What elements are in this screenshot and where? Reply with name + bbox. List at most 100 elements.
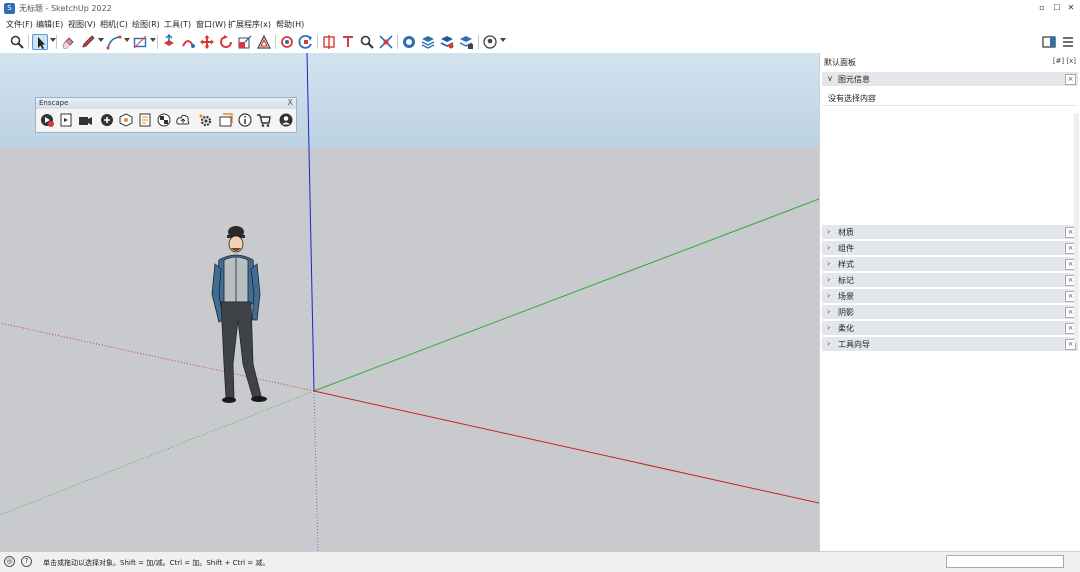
maximize-icon[interactable]: ☐ — [1051, 2, 1063, 14]
push-pull-icon[interactable] — [161, 34, 177, 50]
export-icon[interactable] — [218, 112, 234, 128]
green-axis-negative — [0, 390, 315, 516]
tray-item-label: 柔化 — [838, 324, 854, 333]
close-icon[interactable]: × — [1065, 74, 1076, 85]
enscape-close-icon[interactable]: X — [288, 98, 293, 107]
info-icon[interactable] — [237, 112, 253, 128]
tray-item-scenes[interactable]: › 场景 × — [822, 289, 1078, 303]
chevron-right-icon: › — [827, 323, 831, 332]
menu-window[interactable]: 窗口(W) — [196, 19, 226, 30]
eraser-icon[interactable] — [60, 34, 76, 50]
sketchup-icon: S — [4, 3, 15, 14]
follow-me-icon[interactable] — [180, 34, 196, 50]
video-icon[interactable] — [77, 112, 93, 128]
blue-axis — [306, 53, 315, 392]
minimize-icon[interactable]: ▫ — [1036, 2, 1048, 14]
search-icon[interactable] — [9, 34, 25, 50]
zoom-icon[interactable] — [359, 34, 375, 50]
offset-icon[interactable] — [256, 34, 272, 50]
move-icon[interactable] — [199, 34, 215, 50]
orbit-icon[interactable] — [279, 34, 295, 50]
tray-item-styles[interactable]: › 样式 × — [822, 257, 1078, 271]
cart-icon[interactable] — [256, 112, 272, 128]
chevron-right-icon: › — [827, 291, 831, 300]
tray-pin-icon[interactable]: [#] [x] — [1053, 57, 1076, 65]
dock-icon[interactable] — [1041, 34, 1057, 50]
menu-camera[interactable]: 相机(C) — [100, 19, 128, 30]
upload-icon[interactable] — [175, 112, 191, 128]
enscape-toolbar[interactable]: Enscape X — [35, 97, 297, 133]
menu-extensions[interactable]: 扩展程序(x) — [228, 19, 271, 30]
start-enscape-icon[interactable] — [39, 112, 55, 128]
warehouse-icon[interactable] — [401, 34, 417, 50]
chevron-right-icon: › — [827, 339, 831, 348]
tray-item-label: 工具向导 — [838, 340, 870, 349]
extension-icon[interactable] — [458, 34, 474, 50]
select-arrow-icon[interactable] — [32, 34, 48, 50]
georef-icon[interactable]: ◎ — [4, 556, 15, 567]
menu-view[interactable]: 视图(V) — [68, 19, 96, 30]
components-icon[interactable] — [439, 34, 455, 50]
tray-item-shadows[interactable]: › 阴影 × — [822, 305, 1078, 319]
measurements-input[interactable] — [946, 555, 1064, 568]
chevron-right-icon: › — [827, 243, 831, 252]
tray-item-materials[interactable]: › 材质 × — [822, 225, 1078, 239]
tray-scrollbar[interactable] — [1074, 113, 1079, 343]
pencil-icon[interactable] — [80, 34, 96, 50]
line-icon[interactable] — [106, 34, 122, 50]
scale-figure[interactable] — [207, 224, 277, 404]
status-instruction: 单击或拖动以选择对象。Shift = 加/减。Ctrl = 加。Shift + … — [43, 559, 270, 567]
menu-draw[interactable]: 绘图(R) — [132, 19, 160, 30]
tray-item-tags[interactable]: › 标记 × — [822, 273, 1078, 287]
help-icon[interactable]: ? — [21, 556, 32, 567]
enscape-title-bar[interactable]: Enscape X — [36, 98, 296, 109]
capture-icon[interactable] — [99, 112, 115, 128]
menu-tools[interactable]: 工具(T) — [164, 19, 191, 30]
checker-icon[interactable] — [156, 112, 172, 128]
pan-icon[interactable] — [298, 34, 314, 50]
tray-item-label: 组件 — [838, 244, 854, 253]
tape-measure-icon[interactable] — [321, 34, 337, 50]
tray-item-label: 材质 — [838, 228, 854, 237]
default-tray: 默认面板 [#] [x] ∨ 图元信息 × 没有选择内容 › 材质 × › 组件… — [819, 53, 1080, 551]
texture-icon[interactable] — [137, 112, 153, 128]
menu-file[interactable]: 文件(F) — [6, 19, 33, 30]
tray-item-soften[interactable]: › 柔化 × — [822, 321, 1078, 335]
status-bar: ◎ ? 单击或拖动以选择对象。Shift = 加/减。Ctrl = 加。Shif… — [0, 551, 1080, 572]
sync-icon[interactable] — [58, 112, 74, 128]
enscape-title: Enscape — [39, 99, 69, 107]
chevron-right-icon: › — [827, 227, 831, 236]
close-icon[interactable]: ✕ — [1065, 2, 1077, 14]
chevron-right-icon: › — [827, 307, 831, 316]
entity-info-label: 图元信息 — [838, 75, 870, 84]
green-axis — [313, 198, 819, 392]
rotate-icon[interactable] — [218, 34, 234, 50]
account-icon[interactable] — [278, 112, 294, 128]
menu-bar: 文件(F) 编辑(E) 视图(V) 相机(C) 绘图(R) 工具(T) 窗口(W… — [0, 17, 1080, 31]
tray-item-instructor[interactable]: › 工具向导 × — [822, 337, 1078, 351]
menu-help[interactable]: 帮助(H) — [276, 19, 304, 30]
tray-item-label: 标记 — [838, 276, 854, 285]
title-bar: S 无标题 - SketchUp 2022 ▫ ☐ ✕ — [0, 0, 1080, 17]
chevron-down-icon: ∨ — [827, 74, 833, 83]
user-account-icon[interactable] — [482, 34, 498, 50]
tray-title: 默认面板 — [824, 58, 856, 67]
panel-toggle-icon[interactable] — [1060, 34, 1076, 50]
rectangle-icon[interactable] — [132, 34, 148, 50]
view-icon[interactable] — [118, 112, 134, 128]
zoom-extents-icon[interactable] — [378, 34, 394, 50]
model-viewport[interactable]: Enscape X — [0, 53, 819, 551]
tray-item-label: 阴影 — [838, 308, 854, 317]
scale-icon[interactable] — [237, 34, 253, 50]
tray-item-label: 场景 — [838, 292, 854, 301]
text-icon[interactable] — [340, 34, 356, 50]
tray-item-label: 样式 — [838, 260, 854, 269]
layers-icon[interactable] — [420, 34, 436, 50]
tray-item-components[interactable]: › 组件 × — [822, 241, 1078, 255]
main-toolbar — [0, 31, 1080, 54]
chevron-right-icon: › — [827, 275, 831, 284]
gear-icon[interactable] — [197, 112, 213, 128]
window-title: 无标题 - SketchUp 2022 — [19, 4, 112, 13]
menu-edit[interactable]: 编辑(E) — [36, 19, 63, 30]
entity-info-header[interactable]: ∨ 图元信息 × — [822, 72, 1078, 86]
